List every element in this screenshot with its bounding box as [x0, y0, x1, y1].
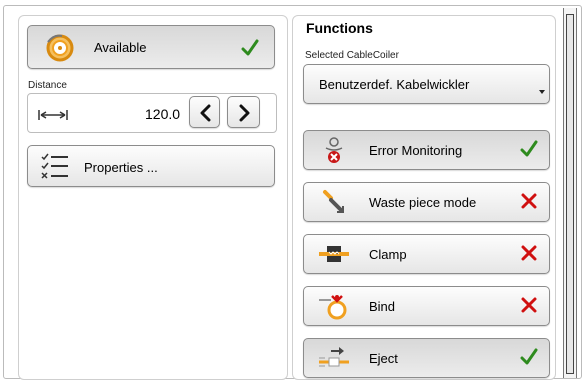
- decrease-button[interactable]: [189, 96, 220, 128]
- distance-field[interactable]: 120.0: [27, 93, 277, 133]
- check-icon: [520, 348, 538, 366]
- chevron-right-icon: [238, 104, 252, 127]
- eject-label: Eject: [369, 351, 398, 366]
- scrollbar-thumb[interactable]: [566, 14, 574, 374]
- bind-label: Bind: [369, 299, 396, 314]
- cross-icon: [520, 192, 538, 210]
- cablecoiler-select-value: Benutzerdef. Kabelwickler: [319, 77, 470, 92]
- left-panel: [18, 15, 288, 380]
- function-row-bind[interactable]: Bind: [303, 286, 550, 326]
- dropdown-indicator-icon: [539, 82, 545, 100]
- selected-cablecoiler-label: Selected CableCoiler: [305, 50, 399, 61]
- bind-icon: [317, 292, 351, 320]
- clamp-label: Clamp: [369, 247, 407, 262]
- chevron-left-icon: [198, 104, 212, 127]
- function-row-clamp[interactable]: Clamp: [303, 234, 550, 274]
- eject-icon: [317, 344, 351, 372]
- error-monitoring-icon: [317, 136, 351, 164]
- check-icon: [520, 140, 538, 158]
- width-arrows-icon: [38, 108, 68, 126]
- function-row-eject[interactable]: Eject: [303, 338, 550, 378]
- checklist-icon: [40, 152, 70, 187]
- properties-label: Properties ...: [84, 160, 158, 175]
- check-icon: [240, 38, 260, 63]
- waste-piece-icon: [317, 188, 351, 216]
- clamp-icon: [317, 240, 351, 268]
- properties-button[interactable]: Properties ...: [27, 145, 275, 187]
- function-row-error-monitoring[interactable]: Error Monitoring: [303, 130, 550, 170]
- waste-piece-mode-label: Waste piece mode: [369, 195, 477, 210]
- distance-value[interactable]: 120.0: [145, 106, 180, 122]
- cross-icon: [520, 244, 538, 262]
- available-label: Available: [94, 40, 147, 55]
- function-row-waste-piece-mode[interactable]: Waste piece mode: [303, 182, 550, 222]
- available-toggle-button[interactable]: Available: [27, 25, 275, 69]
- distance-label: Distance: [28, 80, 67, 91]
- vertical-scrollbar[interactable]: [563, 8, 577, 378]
- cross-icon: [520, 296, 538, 314]
- cablecoiler-select[interactable]: Benutzerdef. Kabelwickler: [303, 64, 550, 104]
- increase-button[interactable]: [227, 96, 260, 128]
- functions-title: Functions: [306, 20, 373, 36]
- cable-coiler-icon: [44, 32, 76, 64]
- error-monitoring-label: Error Monitoring: [369, 143, 463, 158]
